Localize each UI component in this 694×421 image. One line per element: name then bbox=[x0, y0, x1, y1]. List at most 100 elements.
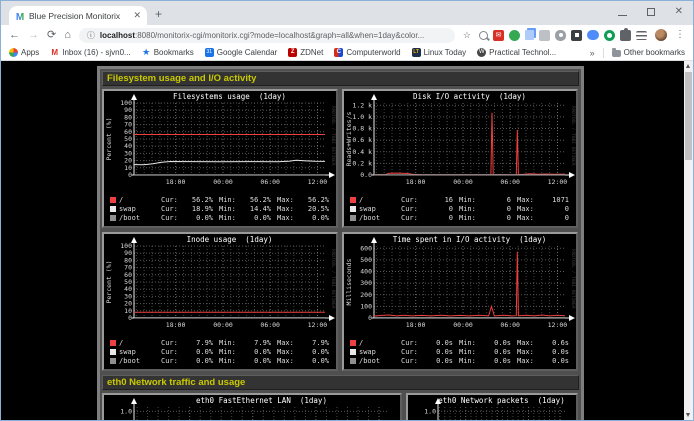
home-icon[interactable]: ⌂ bbox=[64, 30, 71, 41]
forward-icon[interactable]: → bbox=[28, 30, 39, 41]
bookmarks-overflow-icon[interactable]: » bbox=[590, 48, 595, 58]
graph-legend: /Cur:56.2%Min:56.2%Max:56.2%swapCur:18.9… bbox=[104, 195, 336, 222]
svg-text:1.0: 1.0 bbox=[424, 407, 436, 415]
bookmark-bookmarks[interactable]: ★Bookmarks bbox=[142, 48, 194, 57]
folder-icon bbox=[612, 50, 621, 57]
scrollbar-up-icon[interactable] bbox=[686, 64, 690, 68]
bookmark-practical-technol[interactable]: WPractical Technol... bbox=[477, 48, 556, 57]
other-bookmarks-button[interactable]: Other bookmarks bbox=[612, 48, 685, 57]
svg-text:00:00: 00:00 bbox=[213, 321, 233, 329]
legend-row: /bootCur:0Min:0Max:0 bbox=[350, 213, 576, 222]
section-header-eth0: eth0 Network traffic and usage bbox=[102, 375, 579, 390]
bookmark-star-icon[interactable]: ☆ bbox=[463, 30, 471, 41]
globe-extension-icon[interactable] bbox=[509, 30, 520, 41]
svg-text:Time spent in I/O activity (1: Time spent in I/O activity (1day) bbox=[393, 235, 547, 244]
graph-legend: /Cur:7.9%Min:7.9%Max:7.9%swapCur:0.0%Min… bbox=[104, 338, 336, 365]
svg-text:0.4 k: 0.4 k bbox=[352, 148, 372, 156]
bookmark-label: Practical Technol... bbox=[489, 48, 556, 57]
card-extension-icon[interactable] bbox=[539, 30, 550, 41]
svg-text:M: M bbox=[16, 12, 24, 21]
legend-row: swapCur:0Min:0Max:0 bbox=[350, 204, 576, 213]
legend-row: /bootCur:0.0%Min:0.0%Max:0.0% bbox=[110, 356, 336, 365]
profile-avatar[interactable] bbox=[655, 29, 667, 41]
scrollbar-thumb[interactable] bbox=[685, 72, 692, 160]
svg-text:06:00: 06:00 bbox=[500, 178, 520, 186]
svg-text:00:00: 00:00 bbox=[453, 178, 473, 186]
panel-disk-io-activity[interactable]: 1.2 k1.0 k0.8 k0.6 k0.4 k0.2 k0.018:0000… bbox=[342, 89, 578, 228]
panel-eth0-packets[interactable]: 1.0Packets/seth0 Network packets (1day) bbox=[406, 393, 578, 420]
svg-text:200: 200 bbox=[360, 291, 372, 299]
graph-eth0-packets: 1.0Packets/seth0 Network packets (1day) bbox=[408, 395, 576, 420]
svg-text:1.2 k: 1.2 k bbox=[352, 101, 372, 109]
greenc-extension-icon[interactable] bbox=[604, 30, 615, 41]
browser-menu-icon[interactable]: ⋮ bbox=[675, 30, 685, 40]
network-charts-grid: 1.0 0.9 eth0 FastEthernet LAN (1day) 1.0Pa… bbox=[102, 393, 579, 420]
svg-text:0.6 k: 0.6 k bbox=[352, 136, 372, 144]
maximize-icon[interactable] bbox=[647, 8, 655, 16]
svg-text:Disk I/O activity (1day): Disk I/O activity (1day) bbox=[413, 92, 526, 101]
panel-eth0-traffic[interactable]: 1.0 0.9 eth0 FastEthernet LAN (1day) bbox=[102, 393, 402, 420]
svg-text:RRDTOOL / TOBI OETIKER: RRDTOOL / TOBI OETIKER bbox=[330, 106, 336, 166]
svg-text:Filesystems usage (1day): Filesystems usage (1day) bbox=[173, 92, 286, 101]
svg-text:1.0: 1.0 bbox=[120, 407, 132, 415]
new-tab-button[interactable]: + bbox=[155, 8, 162, 20]
bookmark-google-calendar[interactable]: 31Google Calendar bbox=[205, 48, 277, 57]
bookmark-label: Computerworld bbox=[346, 48, 400, 57]
svg-text:12:00: 12:00 bbox=[548, 321, 568, 329]
svg-text:Percent (%): Percent (%) bbox=[105, 117, 113, 160]
svg-text:Inode usage (1day): Inode usage (1day) bbox=[187, 235, 273, 244]
bookmark-label: Apps bbox=[21, 48, 39, 57]
tab-blue-precision-monitorix[interactable]: M Blue Precision Monitorix ✕ bbox=[9, 6, 147, 25]
svg-text:eth0 FastEthernet LAN (1day): eth0 FastEthernet LAN (1day) bbox=[196, 396, 327, 405]
page-info-icon[interactable]: ⓘ bbox=[87, 30, 95, 41]
oval-extension-icon[interactable] bbox=[587, 30, 599, 40]
svg-text:0.9: 0.9 bbox=[120, 418, 132, 420]
zdnet-icon: Z bbox=[288, 48, 297, 57]
svg-text:06:00: 06:00 bbox=[500, 321, 520, 329]
graph-legend: /Cur:0.0sMin:0.0sMax:0.6sswapCur:0.0sMin… bbox=[344, 338, 576, 365]
browser-window: M Blue Precision Monitorix ✕ + ✕ ← → ⟳ ⌂… bbox=[0, 0, 694, 421]
window-close-icon[interactable]: ✕ bbox=[675, 7, 683, 16]
graph-time-in-io: 600500400300200100018:0000:0006:0012:00M… bbox=[344, 234, 576, 369]
tablist-extension-icon[interactable] bbox=[636, 31, 647, 40]
bookmark-linux-today[interactable]: LTLinux Today bbox=[412, 48, 467, 57]
svg-text:0.2 k: 0.2 k bbox=[352, 159, 372, 167]
svg-text:06:00: 06:00 bbox=[260, 178, 280, 186]
minimize-icon[interactable] bbox=[618, 7, 627, 16]
darksq-extension-icon[interactable] bbox=[571, 30, 582, 41]
svg-text:eth0 Network packets (1day): eth0 Network packets (1day) bbox=[438, 396, 564, 405]
bookmark-inbox-16-sjvn0[interactable]: MInbox (16) - sjvn0... bbox=[50, 48, 130, 57]
eye-extension-icon[interactable] bbox=[555, 30, 566, 41]
puzzle-extension-icon[interactable] bbox=[620, 30, 631, 41]
svg-text:Reads+Writes/s: Reads+Writes/s bbox=[345, 112, 353, 167]
bookmark-zdnet[interactable]: ZZDNet bbox=[288, 48, 323, 57]
panel-time-in-io[interactable]: 600500400300200100018:0000:0006:0012:00M… bbox=[342, 232, 578, 371]
extensions-row: ✉ bbox=[479, 30, 647, 41]
bookmark-label: ZDNet bbox=[300, 48, 323, 57]
monitorix-page: Filesystem usage and I/O activity 100908… bbox=[1, 61, 693, 420]
bookmark-apps[interactable]: Apps bbox=[9, 48, 39, 57]
panel-filesystems-usage[interactable]: 100908070605040302010018:0000:0006:0012:… bbox=[102, 89, 338, 228]
page-scrollbar[interactable] bbox=[684, 61, 693, 420]
mail-extension-icon[interactable]: ✉ bbox=[493, 30, 504, 41]
search-extension-icon[interactable] bbox=[479, 31, 488, 40]
svg-text:00:00: 00:00 bbox=[453, 321, 473, 329]
back-icon[interactable]: ← bbox=[9, 30, 20, 41]
bookmark-computerworld[interactable]: CComputerworld bbox=[334, 48, 400, 57]
svg-text:400: 400 bbox=[360, 268, 372, 276]
reload-icon[interactable]: ⟳ bbox=[47, 30, 56, 41]
address-bar[interactable]: ⓘ localhost:8080/monitorix-cgi/monitorix… bbox=[79, 28, 455, 43]
legend-row: /bootCur:0.0%Min:0.0%Max:0.0% bbox=[110, 213, 336, 222]
legend-row: /bootCur:0.0sMin:0.0sMax:0.0s bbox=[350, 356, 576, 365]
scrollbar-down-icon[interactable] bbox=[686, 413, 690, 417]
graph-legend: /Cur:16Min:6Max:1071swapCur:0Min:0Max:0/… bbox=[344, 195, 576, 222]
panel-inode-usage[interactable]: 100908070605040302010018:0000:0006:0012:… bbox=[102, 232, 338, 371]
tab-close-icon[interactable]: ✕ bbox=[133, 11, 141, 20]
graph-filesystems-usage: 100908070605040302010018:0000:0006:0012:… bbox=[104, 91, 336, 226]
url-text: localhost:8080/monitorix-cgi/monitorix.c… bbox=[100, 31, 424, 40]
pages-extension-icon[interactable] bbox=[525, 30, 534, 40]
svg-text:Milliseconds: Milliseconds bbox=[345, 258, 353, 305]
graph-eth0-traffic: 1.0 0.9 eth0 FastEthernet LAN (1day) bbox=[104, 395, 400, 420]
svg-text:18:00: 18:00 bbox=[166, 178, 186, 186]
svg-text:Percent (%): Percent (%) bbox=[105, 260, 113, 303]
